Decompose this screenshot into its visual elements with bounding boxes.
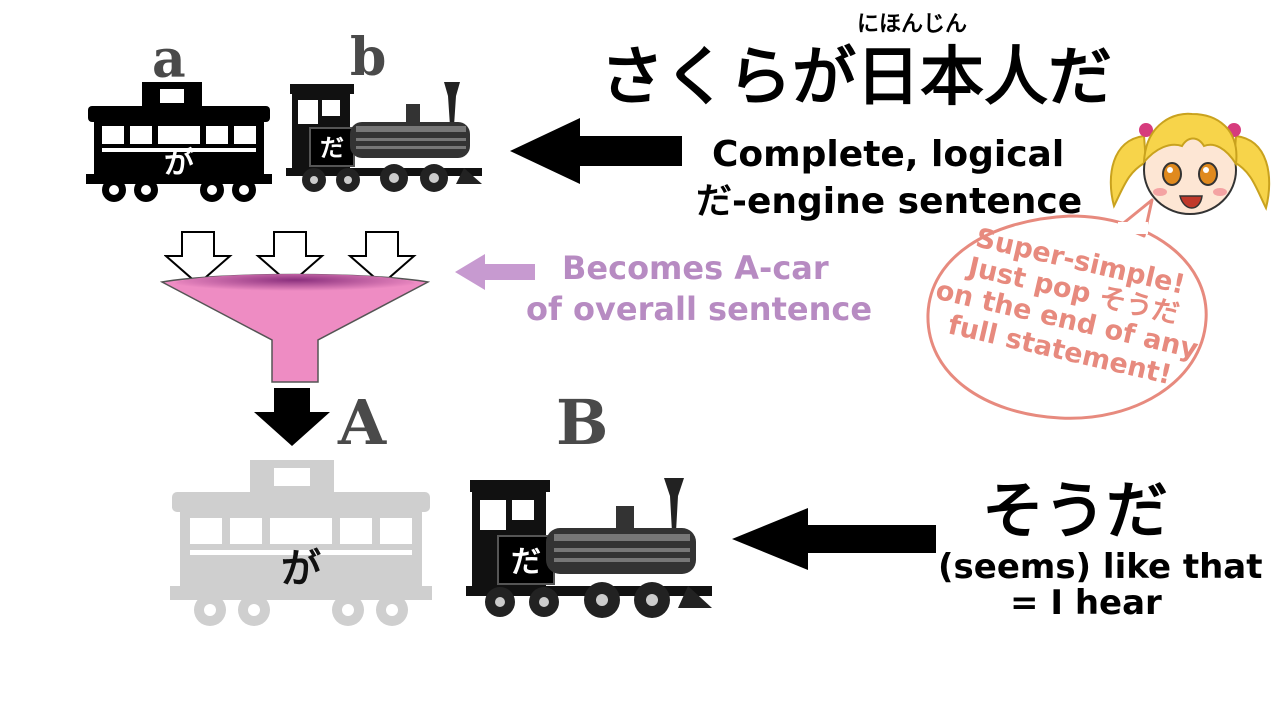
caboose-car-icon: が — [170, 460, 432, 626]
steam-locomotive-icon: だ — [286, 82, 482, 192]
car-b-particle: だ — [320, 134, 344, 162]
car-B-particle: だ — [511, 545, 541, 580]
label-A: A — [338, 386, 387, 459]
car-A-particle: が — [281, 546, 321, 592]
steam-locomotive-icon: だ — [466, 478, 712, 618]
funnel-icon — [160, 273, 430, 383]
left-arrow-icon — [510, 118, 682, 184]
label-B: B — [556, 386, 609, 459]
car-a-particle: が — [164, 146, 194, 181]
purple-left-arrow-icon — [455, 254, 535, 290]
funnel-desc-line2: of overall sentence — [526, 290, 873, 328]
funnel-desc-line1: Becomes A-car — [562, 249, 829, 287]
top-desc-line1: Complete, logical — [712, 134, 1065, 175]
top-sentence: さくらが日本人だ — [600, 41, 1112, 115]
furigana: にほんじん — [857, 12, 968, 37]
bottom-meaning-line1: (seems) like that — [938, 547, 1263, 587]
left-arrow-icon — [732, 508, 936, 570]
caboose-car-icon: が — [86, 82, 272, 202]
bottom-meaning-line2: = I hear — [1010, 583, 1162, 623]
bottom-word: そうだ — [982, 474, 1169, 547]
down-arrow-icon — [254, 388, 330, 446]
